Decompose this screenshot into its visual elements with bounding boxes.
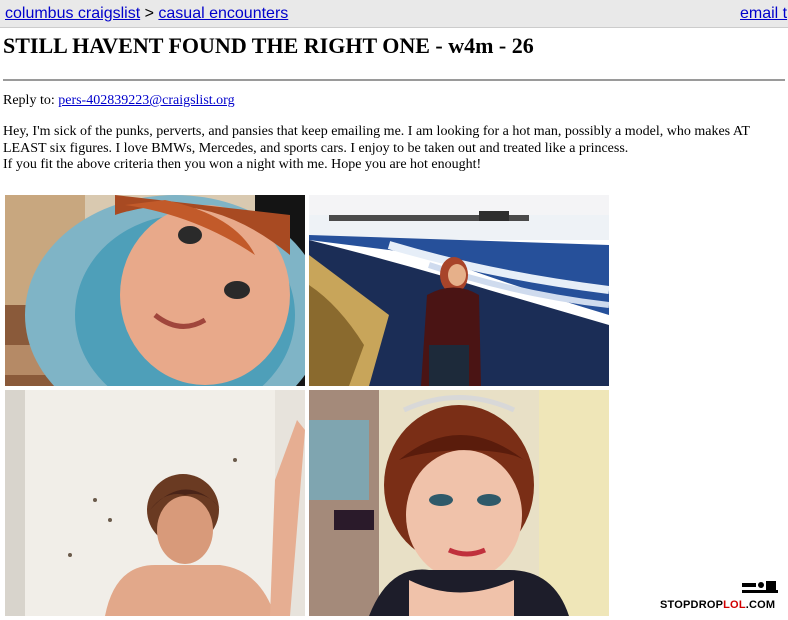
posting-title: STILL HAVENT FOUND THE RIGHT ONE - w4m -… — [3, 33, 534, 58]
reply-to-label: Reply to: — [3, 93, 55, 108]
stop-drop-roll-icon — [742, 581, 778, 593]
breadcrumb-separator: > — [144, 5, 154, 22]
photo-selfie-hood[interactable] — [5, 195, 305, 386]
site-watermark: STOPDROPLOL.COM — [660, 581, 784, 615]
photo-beach-pier[interactable] — [309, 195, 609, 386]
reply-to-line: Reply to: pers-402839223@craigslist.org — [3, 92, 235, 110]
watermark-text-part: .COM — [745, 599, 776, 611]
reply-email-link[interactable]: pers-402839223@craigslist.org — [58, 93, 234, 108]
posting-body: Hey, I'm sick of the punks, perverts, an… — [3, 124, 787, 174]
watermark-text-part: STOPDROP — [660, 599, 724, 611]
photo-bathroom-mirror[interactable] — [5, 390, 305, 616]
watermark-text: STOPDROPLOL.COM — [660, 598, 775, 612]
breadcrumb-site-link[interactable]: columbus craigslist — [5, 5, 140, 22]
breadcrumb-section-link[interactable]: casual encounters — [158, 5, 288, 22]
breadcrumb: columbus craigslist > casual encounters — [5, 0, 288, 27]
watermark-text-part: LOL — [723, 599, 746, 611]
posting-body-paragraph: Hey, I'm sick of the punks, perverts, an… — [3, 124, 750, 156]
photo-tiara-selfie[interactable] — [309, 390, 609, 616]
top-bar: columbus craigslist > casual encounters … — [0, 0, 788, 28]
posting-body-paragraph: If you fit the above criteria then you w… — [3, 157, 482, 172]
title-divider — [3, 79, 785, 81]
email-link[interactable]: email t — [740, 0, 787, 27]
